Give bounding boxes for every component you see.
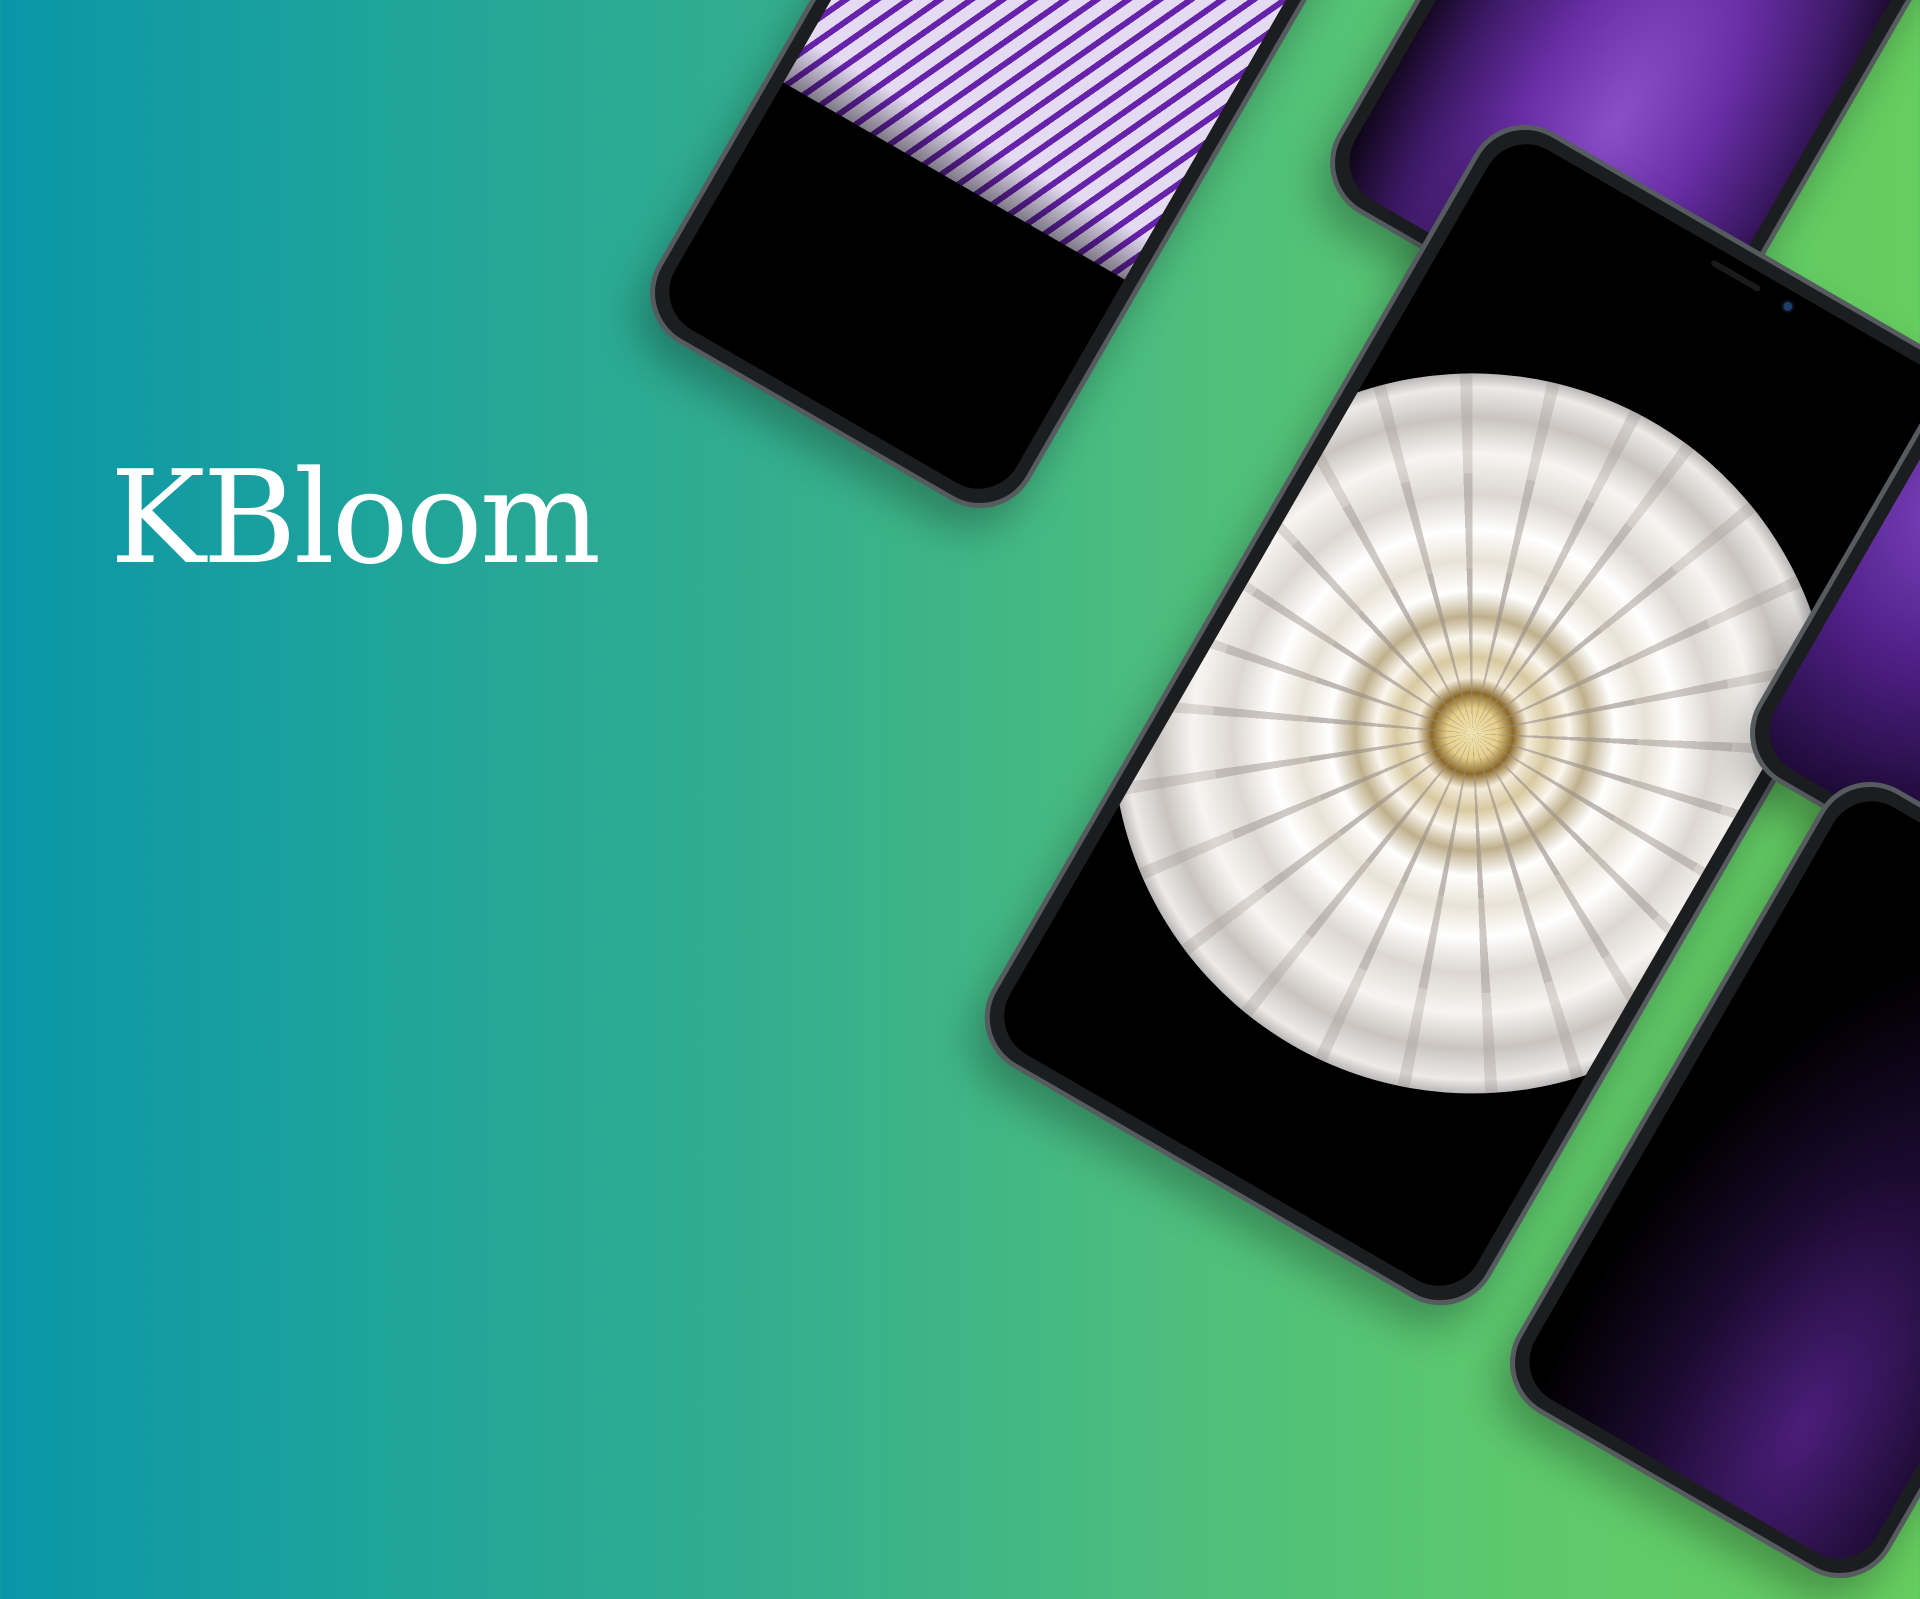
phone-screen-purple-striped-petals [653, 0, 1337, 505]
promo-banner: KBloom [0, 0, 1920, 1599]
front-camera-icon [1781, 300, 1795, 313]
brand-title: KBloom [110, 444, 601, 593]
phone-mockup-top-left [628, 0, 1362, 530]
speaker-grille [1710, 259, 1762, 293]
